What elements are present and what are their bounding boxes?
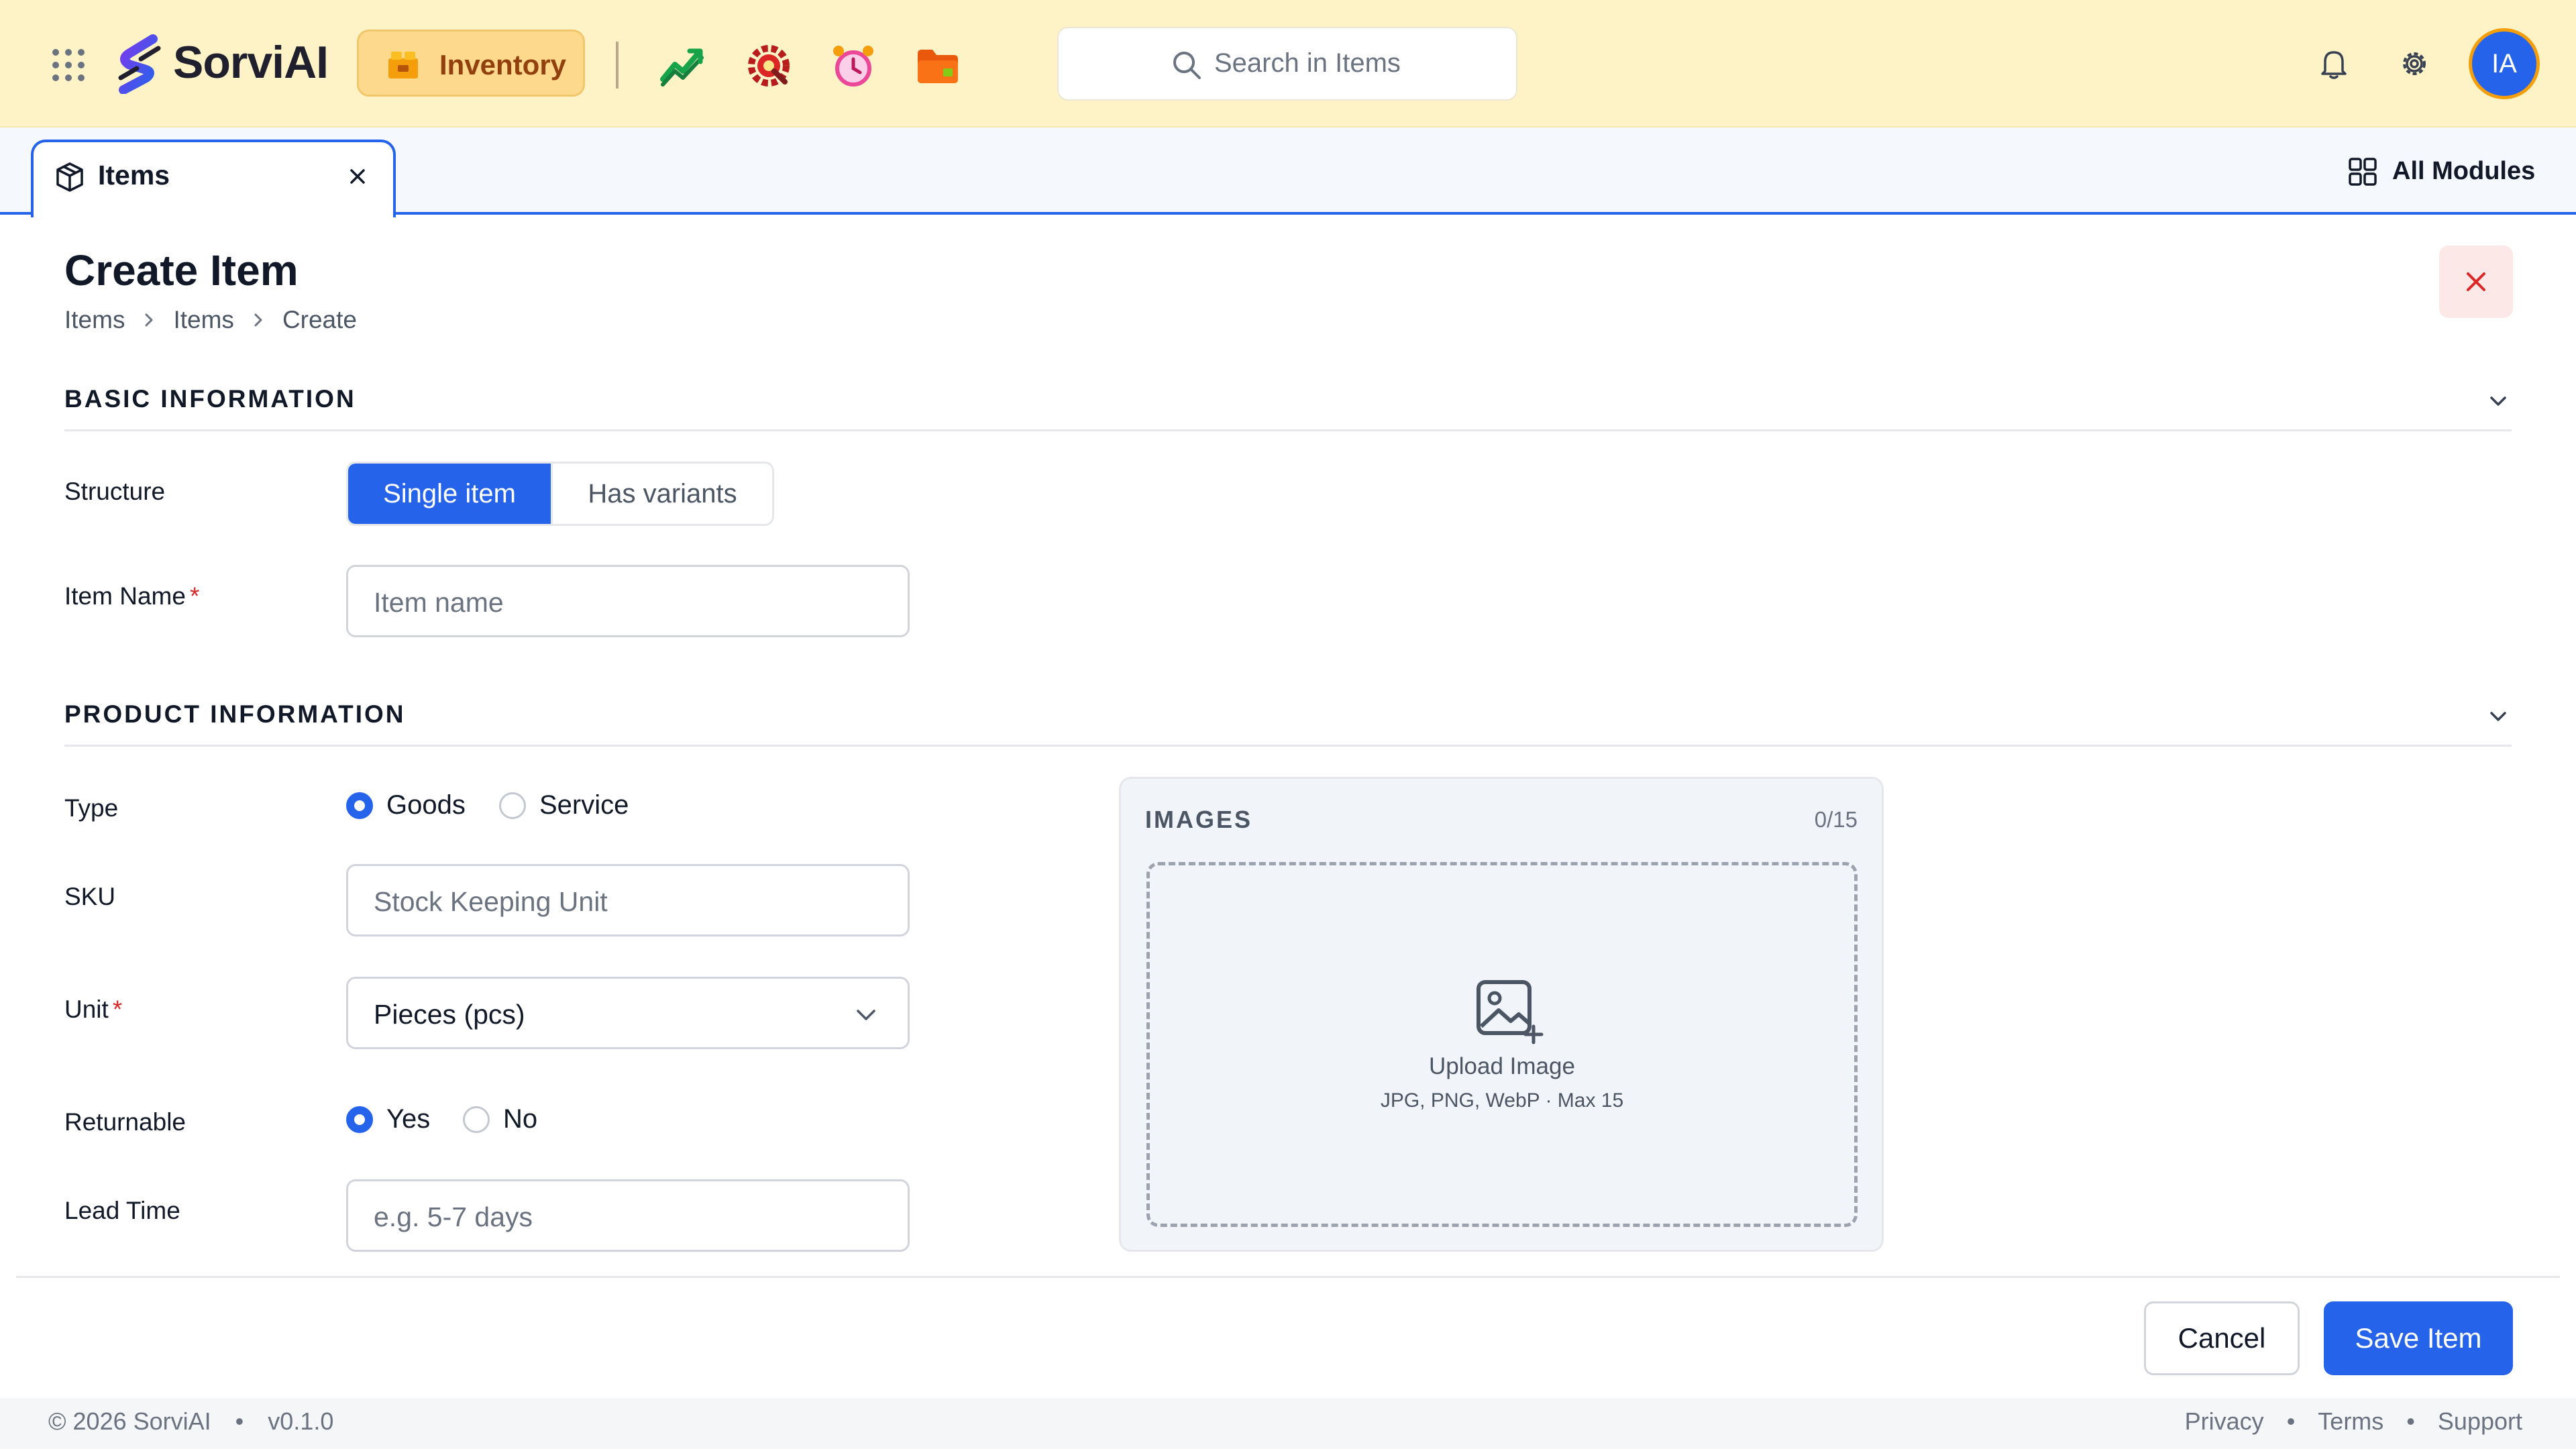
page-title: Create Item <box>64 246 299 294</box>
upload-label: Upload Image <box>1429 1053 1575 1079</box>
module-label: Inventory <box>439 49 567 80</box>
structure-toggle: Single item Has variants <box>346 462 774 526</box>
type-service-radio[interactable]: Service <box>499 790 629 820</box>
breadcrumb-item[interactable]: Items <box>173 306 233 334</box>
chevron-down-icon <box>857 1010 875 1020</box>
single-item-option[interactable]: Single item <box>348 464 551 524</box>
close-tab-icon[interactable] <box>346 165 369 188</box>
basic-information-header[interactable]: BASIC INFORMATION <box>64 373 2512 431</box>
placeholder: e.g. 5-7 days <box>374 1201 533 1232</box>
required-mark: * <box>189 582 200 610</box>
close-icon <box>2467 272 2485 291</box>
chevron-down-icon <box>2490 396 2506 406</box>
footer-links: Privacy • Terms • Support <box>2184 1407 2522 1436</box>
chevron-down-icon <box>2490 712 2506 721</box>
privacy-link[interactable]: Privacy <box>2185 1407 2264 1436</box>
grid-icon <box>2349 158 2377 186</box>
folder-icon[interactable] <box>914 42 962 90</box>
user-avatar[interactable]: IA <box>2469 28 2540 99</box>
header-divider <box>616 42 619 89</box>
app-launcher-icon[interactable] <box>52 49 85 81</box>
item-name-input[interactable]: Item name <box>346 565 910 637</box>
image-dropzone[interactable]: Upload Image JPG, PNG, WebP · Max 15 <box>1146 862 1858 1227</box>
structure-label: Structure <box>64 478 166 505</box>
images-panel: IMAGES 0/15 Upload Image JPG, PNG, WebP … <box>1119 777 1884 1252</box>
placeholder: Stock Keeping Unit <box>374 886 608 917</box>
all-modules-label: All Modules <box>2392 157 2536 185</box>
placeholder: Item name <box>374 587 504 618</box>
all-modules-button[interactable]: All Modules <box>2348 154 2549 188</box>
copyright-text: © 2026 SorviAI <box>48 1407 211 1435</box>
alarm-clock-icon[interactable] <box>829 42 877 90</box>
cancel-button[interactable]: Cancel <box>2144 1301 2300 1375</box>
tab-items[interactable]: Items <box>31 140 396 217</box>
inventory-icon <box>388 52 418 78</box>
image-upload-icon <box>1477 980 1544 1044</box>
lead-time-input[interactable]: e.g. 5-7 days <box>346 1179 910 1252</box>
search-placeholder: Search in Items <box>1214 48 1401 78</box>
breadcrumb: Items Items Create <box>64 306 357 334</box>
unit-select[interactable]: Pieces (pcs) <box>346 977 910 1049</box>
terms-link[interactable]: Terms <box>2318 1407 2383 1436</box>
support-link[interactable]: Support <box>2438 1407 2522 1436</box>
radio-unchecked-icon <box>499 792 526 819</box>
radio-checked-icon <box>346 1106 373 1133</box>
product-information-header[interactable]: PRODUCT INFORMATION <box>64 688 2512 747</box>
close-form-button[interactable] <box>2439 246 2513 318</box>
sku-input[interactable]: Stock Keeping Unit <box>346 864 910 936</box>
sorviai-logo-icon <box>118 34 161 94</box>
unit-label: Unit * <box>64 996 123 1023</box>
inventory-module-button[interactable]: Inventory <box>357 30 585 97</box>
package-icon <box>56 162 83 192</box>
footer-copyright: © 2026 SorviAI • v0.1.0 <box>48 1407 334 1435</box>
images-count: 0/15 <box>1814 807 1858 832</box>
app-name: SorviAI <box>173 37 329 88</box>
section-title: PRODUCT INFORMATION <box>64 700 406 728</box>
type-label: Type <box>64 794 119 822</box>
selected-value: Pieces (pcs) <box>374 999 525 1030</box>
type-goods-radio[interactable]: Goods <box>346 790 466 820</box>
breadcrumb-current: Create <box>282 306 357 333</box>
breadcrumb-item[interactable]: Items <box>64 306 125 334</box>
sku-label: SKU <box>64 883 116 910</box>
gear-wrench-icon[interactable] <box>745 42 793 90</box>
returnable-no-radio[interactable]: No <box>463 1104 537 1134</box>
item-name-label: Item Name * <box>64 582 200 610</box>
returnable-label: Returnable <box>64 1108 186 1136</box>
required-mark: * <box>112 996 123 1023</box>
images-title: IMAGES <box>1145 806 1253 833</box>
section-title: BASIC INFORMATION <box>64 385 356 413</box>
version-text: v0.1.0 <box>268 1407 334 1435</box>
upload-hint: JPG, PNG, WebP · Max 15 <box>1380 1089 1624 1112</box>
has-variants-option[interactable]: Has variants <box>551 464 772 524</box>
tab-label: Items <box>98 160 170 191</box>
chevron-right-icon <box>145 313 153 327</box>
chevron-right-icon <box>254 313 262 327</box>
search-icon <box>1173 52 1201 79</box>
settings-gear-icon[interactable] <box>2398 47 2431 80</box>
returnable-yes-radio[interactable]: Yes <box>346 1104 430 1134</box>
radio-unchecked-icon <box>463 1106 490 1133</box>
bell-icon[interactable] <box>2317 47 2351 80</box>
radio-checked-icon <box>346 792 373 819</box>
search-box[interactable]: Search in Items <box>1057 27 1517 101</box>
save-item-button[interactable]: Save Item <box>2324 1301 2513 1375</box>
footer-divider <box>16 1276 2560 1278</box>
lead-time-label: Lead Time <box>64 1197 180 1224</box>
trend-chart-icon[interactable] <box>659 42 707 90</box>
